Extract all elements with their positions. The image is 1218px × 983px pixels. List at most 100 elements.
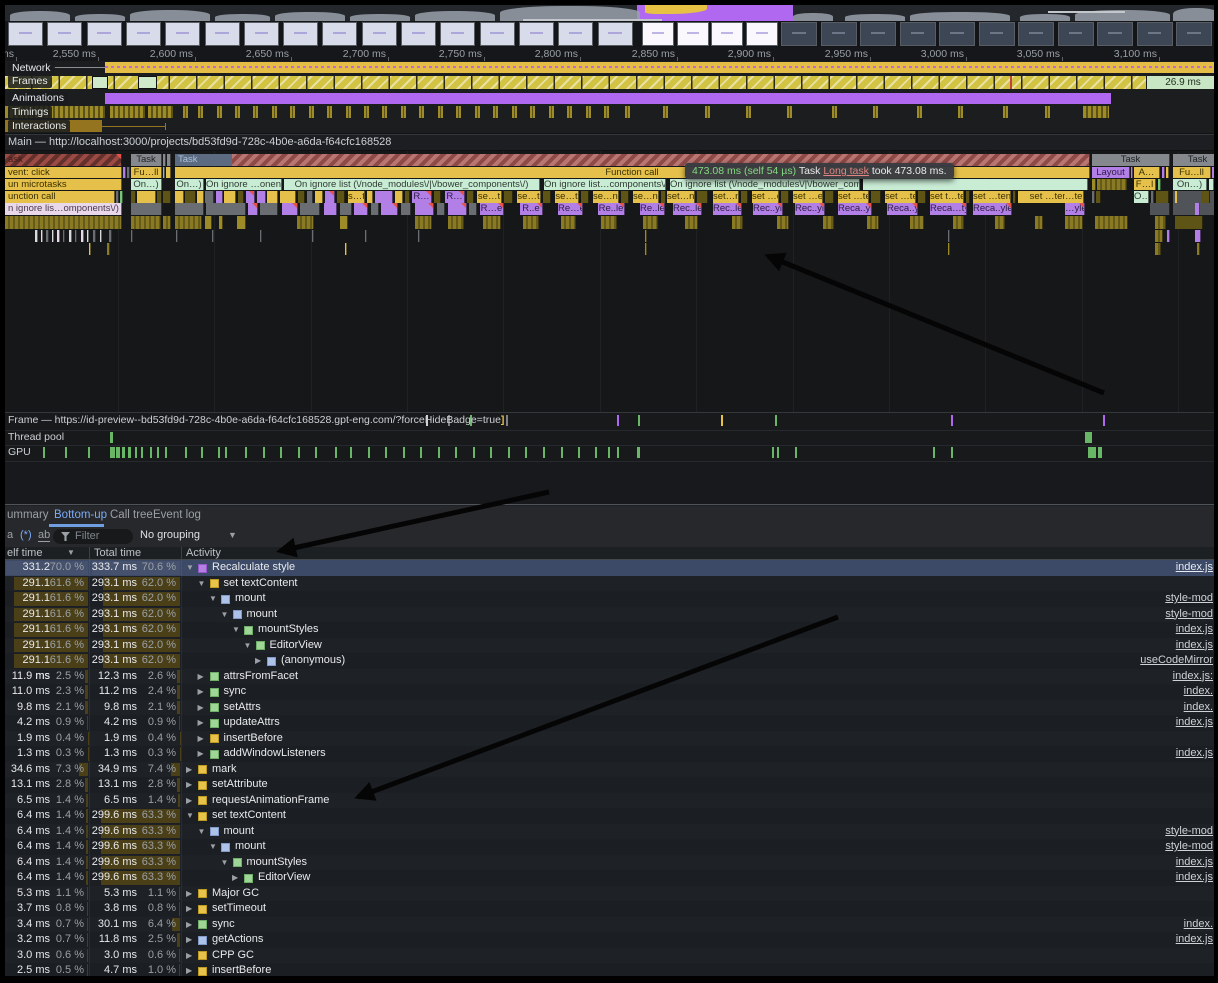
flame-bar[interactable] [224,191,236,203]
track-interactions[interactable]: Interactions [5,119,1214,134]
filmstrip-thumbnail[interactable] [821,22,857,46]
flame-bar[interactable] [643,216,658,229]
filmstrip-thumbnail[interactable] [1097,22,1133,46]
flame-bar[interactable] [418,230,420,242]
source-link[interactable]: index.js [1176,746,1213,762]
filmstrip-thumbnail[interactable] [47,22,82,46]
collapse-arrow-icon[interactable]: ▼ [232,622,240,638]
flame-bar[interactable]: …tent [1065,191,1084,203]
collapse-arrow-icon[interactable]: ▼ [186,808,194,824]
activity-label[interactable]: mark [212,762,236,778]
flame-bar[interactable] [1167,230,1170,242]
source-link[interactable]: index.js [1176,638,1213,654]
filmstrip-thumbnail[interactable] [244,22,279,46]
table-row[interactable]: 11.9 ms2.5 %12.3 ms2.6 %▶attrsFromFaceti… [5,669,1214,685]
flame-bar[interactable] [175,216,202,229]
filmstrip-thumbnail[interactable] [8,22,43,46]
flame-bar[interactable] [1035,216,1043,229]
flame-bar[interactable] [123,167,126,179]
flame-bar[interactable]: s…t [348,191,365,203]
source-link[interactable]: index.js [1176,622,1213,638]
filmstrip-thumbnail[interactable] [558,22,593,46]
frame-duration-badge[interactable]: 26.9 ms [1147,76,1218,89]
filmstrip-thumbnail[interactable] [519,22,554,46]
filmstrip-thumbnail[interactable] [746,22,778,46]
expand-arrow-icon[interactable]: ▶ [232,870,238,886]
table-row[interactable]: 291.1 ms61.6 %293.1 ms62.0 %▼EditorViewi… [5,638,1214,654]
source-link[interactable]: style-mod [1165,824,1213,840]
expand-arrow-icon[interactable]: ▶ [186,963,192,977]
flame-bar[interactable] [918,191,926,203]
source-link[interactable]: style-mod [1165,839,1213,855]
flame-bar[interactable] [741,191,748,203]
flame-bar[interactable] [205,191,214,203]
activity-label[interactable]: EditorView [270,638,322,654]
flame-bar[interactable] [1162,167,1165,179]
flame-bar[interactable]: unction call [5,191,115,203]
flame-bar[interactable] [1065,216,1083,229]
flame-bar[interactable]: Re…e [558,203,583,215]
flame-bar[interactable] [163,167,165,179]
flame-bar[interactable]: Reca..yle [887,203,918,215]
flame-bar[interactable]: se…t [477,191,502,203]
flame-bar[interactable] [621,191,629,203]
flame-bar[interactable] [324,203,337,215]
flame-bar[interactable] [1173,203,1214,215]
filmstrip-thumbnail[interactable] [1176,22,1212,46]
flame-bar[interactable] [685,216,698,229]
filmstrip-thumbnail[interactable] [126,22,161,46]
flame-bar[interactable] [966,191,970,203]
activity-label[interactable]: CPP GC [212,948,254,964]
flame-bar[interactable] [248,203,258,215]
flame-bar[interactable] [523,216,539,229]
table-row[interactable]: 3.2 ms0.7 %11.8 ms2.5 %▶getActionsindex.… [5,932,1214,948]
flame-bar[interactable] [1155,243,1161,255]
flame-bar[interactable] [238,191,244,203]
activity-label[interactable]: insertBefore [224,731,283,747]
table-row[interactable]: 6.4 ms1.4 %299.6 ms63.3 %▼mountstyle-mod [5,839,1214,855]
flame-bar[interactable] [340,216,348,229]
activity-label[interactable]: getActions [212,932,263,948]
flame-bar[interactable] [1166,167,1169,179]
flame-bar[interactable] [405,191,410,203]
table-row[interactable]: 6.5 ms1.4 %6.5 ms1.4 %▶requestAnimationF… [5,793,1214,809]
flame-bar[interactable] [948,230,950,242]
source-link[interactable]: style-mod [1165,591,1213,607]
track-network[interactable]: Network [5,61,1214,75]
flame-bar[interactable] [137,191,156,203]
flame-bar[interactable]: Re..le [598,203,625,215]
flame-bar[interactable] [1092,191,1095,203]
expand-arrow-icon[interactable]: ▶ [186,762,192,778]
expand-arrow-icon[interactable]: ▶ [186,793,192,809]
activity-label[interactable]: setAttrs [224,700,261,716]
flame-bar[interactable] [697,191,708,203]
table-row[interactable]: 6.4 ms1.4 %299.6 ms63.3 %▶EditorViewinde… [5,870,1214,886]
collapse-arrow-icon[interactable]: ▼ [198,576,206,592]
filmstrip-thumbnail[interactable] [979,22,1015,46]
flame-bar[interactable] [100,230,102,242]
flame-bar[interactable] [1195,203,1200,215]
flame-bar[interactable]: set …ent [793,191,823,203]
flame-bar[interactable] [219,216,223,229]
flame-bar[interactable] [645,230,647,242]
flame-bar[interactable] [107,243,110,255]
flame-bar[interactable] [297,216,314,229]
expand-arrow-icon[interactable]: ▶ [198,731,204,747]
partially-presented-frames[interactable] [5,76,1146,89]
table-row[interactable]: 13.1 ms2.8 %13.1 ms2.8 %▶setAttribute [5,777,1214,793]
source-link[interactable]: index.js: [1173,669,1213,685]
table-row[interactable]: 291.1 ms61.6 %293.1 ms62.0 %▼mountStyles… [5,622,1214,638]
flame-bar[interactable] [75,230,77,242]
expand-arrow-icon[interactable]: ▶ [198,746,204,762]
tab-summary[interactable]: ummary [7,509,49,521]
filmstrip-thumbnail[interactable] [1018,22,1054,46]
activity-label[interactable]: insertBefore [212,963,271,977]
filmstrip-thumbnail[interactable] [642,22,674,46]
table-row[interactable]: 11.0 ms2.3 %11.2 ms2.4 %▶syncindex. [5,684,1214,700]
source-link[interactable]: index. [1184,684,1213,700]
flame-bar[interactable] [645,243,647,255]
filmstrip-thumbnail[interactable] [322,22,357,46]
flame-bar[interactable] [561,216,576,229]
flame-bar[interactable] [395,191,403,203]
expand-arrow-icon[interactable]: ▶ [186,886,192,902]
